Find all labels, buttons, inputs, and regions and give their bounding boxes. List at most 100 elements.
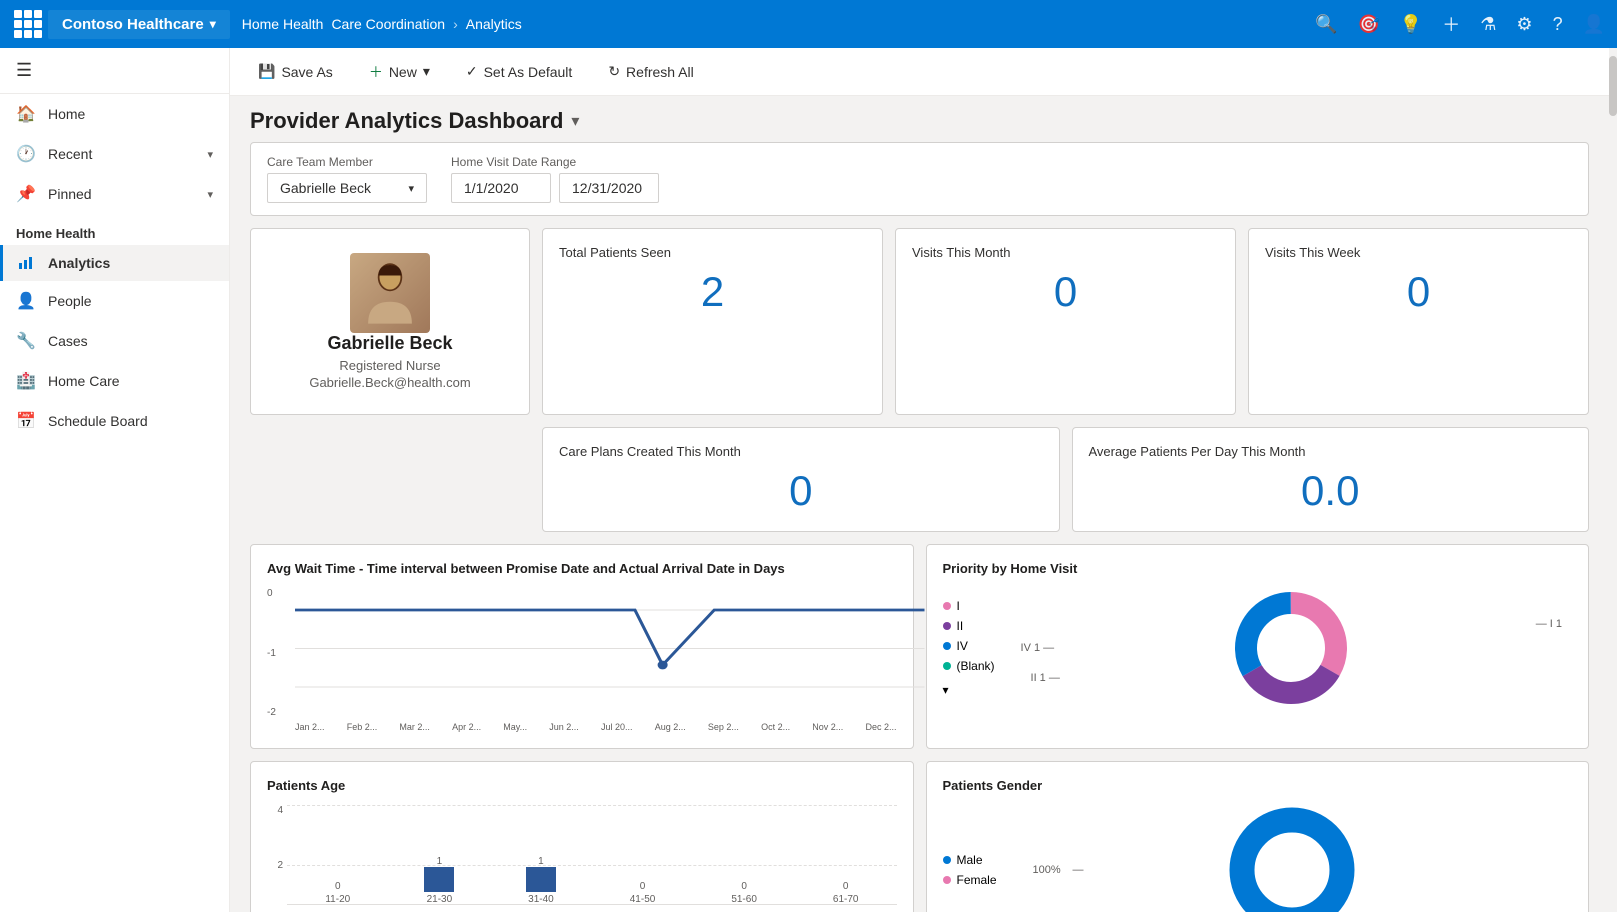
profile-avatar [350, 253, 430, 333]
bar-group-61-70: 0 61-70 [795, 881, 897, 912]
visits-month-card: Visits This Month 0 [895, 228, 1236, 415]
profile-role: Registered Nurse [339, 358, 440, 373]
page-title: Provider Analytics Dashboard [250, 108, 563, 134]
schedule-icon: 📅 [16, 411, 36, 431]
charts-row-1: Avg Wait Time - Time interval between Pr… [250, 544, 1589, 749]
grid-line-2 [287, 865, 897, 866]
sidebar-item-cases[interactable]: 🔧 Cases [0, 321, 229, 361]
donut-expand-button[interactable]: ▾ [943, 683, 995, 697]
gender-pct-line: — [1073, 864, 1084, 876]
right-scrollbar[interactable] [1609, 48, 1617, 912]
legend-dot-female [943, 876, 951, 884]
line-chart-title: Avg Wait Time - Time interval between Pr… [267, 561, 897, 576]
care-plans-card: Care Plans Created This Month 0 [542, 427, 1060, 532]
gender-chart-card: Patients Gender Male Female [926, 761, 1590, 912]
breadcrumb-home-health[interactable]: Home Health [242, 16, 324, 32]
team-member-select[interactable]: Gabrielle Beck ▾ [267, 173, 427, 203]
stats-row-1: Gabrielle Beck Registered Nurse Gabriell… [250, 228, 1589, 415]
settings-icon[interactable]: ⚙ [1516, 14, 1532, 35]
sidebar-item-pinned-label: Pinned [48, 186, 92, 202]
search-icon[interactable]: 🔍 [1315, 14, 1337, 35]
donut-chart-card: Priority by Home Visit I II [926, 544, 1590, 749]
save-as-button[interactable]: 💾 Save As [250, 59, 341, 84]
legend-dot-blank [943, 662, 951, 670]
line-chart-x-axis: Jan 2... Feb 2... Mar 2... Apr 2... May.… [267, 722, 897, 732]
people-icon: 👤 [16, 291, 36, 311]
target-icon[interactable]: 🎯 [1357, 14, 1379, 35]
date-range-label: Home Visit Date Range [451, 155, 659, 169]
recent-chevron-icon: ▾ [207, 148, 213, 161]
refresh-label: Refresh All [626, 64, 694, 80]
app-title[interactable]: Contoso Healthcare ▾ [48, 10, 230, 39]
sidebar-item-people[interactable]: 👤 People [0, 281, 229, 321]
top-navigation: Contoso Healthcare ▾ Home Health Care Co… [0, 0, 1617, 48]
date-from-input[interactable]: 1/1/2020 [451, 173, 551, 203]
sidebar-item-schedule[interactable]: 📅 Schedule Board [0, 401, 229, 441]
bar-y-axis: 4 2 0 [267, 805, 287, 912]
page-header: Provider Analytics Dashboard ▾ [230, 96, 1609, 142]
content-area: 💾 Save As ＋ New ▾ ✓ Set As Default ↻ Ref… [230, 48, 1609, 912]
care-plans-label: Care Plans Created This Month [559, 444, 1043, 459]
bar-31-40 [526, 867, 556, 892]
sidebar-section-home-health: Home Health [0, 214, 229, 245]
check-icon: ✓ [466, 63, 478, 80]
line-chart-area: 0 -1 -2 [267, 588, 897, 718]
scrollbar-thumb[interactable] [1609, 56, 1617, 116]
visits-week-card: Visits This Week 0 [1248, 228, 1589, 415]
grid-line-4 [287, 805, 897, 806]
pinned-icon: 📌 [16, 184, 36, 204]
legend-dot-male [943, 856, 951, 864]
sidebar-item-homecare[interactable]: 🏥 Home Care [0, 361, 229, 401]
new-button[interactable]: ＋ New ▾ [361, 58, 438, 86]
gender-chart-area: Male Female 100% — [943, 805, 1573, 912]
top-nav-action-icons: 🔍 🎯 💡 ＋ ⚗ ⚙ ? 👤 [1315, 11, 1605, 37]
legend-item-female: Female [943, 873, 997, 887]
save-as-icon: 💾 [258, 63, 275, 80]
total-patients-card: Total Patients Seen 2 [542, 228, 883, 415]
donut-label-I: — I 1 [1536, 618, 1562, 630]
sidebar-item-home-label: Home [48, 106, 85, 122]
breadcrumb-sep1[interactable]: Care Coordination [331, 16, 445, 32]
sidebar-item-analytics[interactable]: Analytics [0, 245, 229, 281]
stats-row-2: Care Plans Created This Month 0 Average … [250, 427, 1589, 532]
set-default-button[interactable]: ✓ Set As Default [458, 59, 580, 84]
sidebar-item-recent-label: Recent [48, 146, 92, 162]
filter-icon[interactable]: ⚗ [1480, 14, 1496, 35]
user-icon[interactable]: 👤 [1583, 14, 1605, 35]
sidebar-item-home[interactable]: 🏠 Home [0, 94, 229, 134]
legend-item-II: II [943, 619, 995, 633]
lightbulb-icon[interactable]: 💡 [1400, 14, 1422, 35]
cases-icon: 🔧 [16, 331, 36, 351]
gender-chart-title: Patients Gender [943, 778, 1573, 793]
date-to-input[interactable]: 12/31/2020 [559, 173, 659, 203]
bar-group-41-50: 0 41-50 [592, 881, 694, 912]
donut-svg-container: IV 1 — — I 1 II 1 — [1011, 588, 1572, 708]
avg-patients-card: Average Patients Per Day This Month 0.0 [1072, 427, 1590, 532]
help-icon[interactable]: ? [1553, 14, 1563, 35]
add-icon[interactable]: ＋ [1442, 11, 1460, 37]
visits-week-value: 0 [1265, 268, 1572, 316]
date-range-filter: Home Visit Date Range 1/1/2020 12/31/202… [451, 155, 659, 203]
sidebar-item-recent[interactable]: 🕐 Recent ▾ [0, 134, 229, 174]
profile-card: Gabrielle Beck Registered Nurse Gabriell… [250, 228, 530, 415]
page-title-chevron-icon[interactable]: ▾ [571, 111, 579, 131]
bar-chart-wrapper: 4 2 0 0 [267, 805, 897, 912]
sidebar-item-people-label: People [48, 293, 92, 309]
gender-donut-container: 100% — [1013, 805, 1572, 912]
new-plus-icon: ＋ [369, 62, 383, 82]
sidebar-item-cases-label: Cases [48, 333, 88, 349]
grid-menu-button[interactable] [12, 8, 44, 40]
breadcrumb: Home Health Care Coordination › Analytic… [242, 16, 522, 32]
refresh-button[interactable]: ↻ Refresh All [600, 59, 701, 84]
sidebar-item-pinned[interactable]: 📌 Pinned ▾ [0, 174, 229, 214]
team-member-filter: Care Team Member Gabrielle Beck ▾ [267, 155, 427, 203]
breadcrumb-current: Analytics [466, 16, 522, 32]
hamburger-button[interactable]: ☰ [0, 48, 229, 94]
total-patients-label: Total Patients Seen [559, 245, 866, 260]
bar-21-30 [424, 867, 454, 892]
bar-chart-card: Patients Age 4 2 0 [250, 761, 914, 912]
grid-line-0 [287, 904, 897, 905]
legend-dot-II [943, 622, 951, 630]
line-chart-y-axis: 0 -1 -2 [267, 588, 291, 718]
visits-week-label: Visits This Week [1265, 245, 1572, 260]
